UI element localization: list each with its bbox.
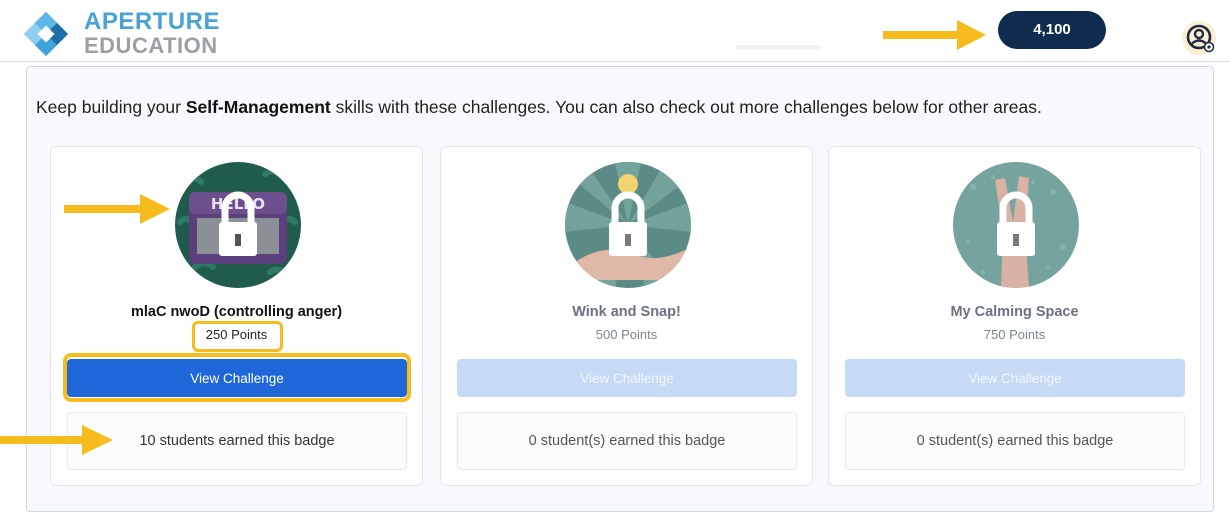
challenge-card: Wink and Snap! 500 Points View Challenge… [440,146,813,486]
challenge-points: 500 Points [595,327,658,342]
earned-count: 0 student(s) earned this badge [457,412,797,470]
wink-hand-lock-icon [565,162,691,288]
aperture-logo-icon [24,12,68,56]
view-challenge-button[interactable]: View Challenge [845,359,1185,397]
view-challenge-button[interactable]: View Challenge [457,359,797,397]
view-challenge-button[interactable]: View Challenge [67,359,407,397]
challenge-title: Wink and Snap! [572,304,681,320]
intro-prefix: Keep building your [36,97,186,117]
earned-count: 10 students earned this badge [67,412,407,470]
annotation-arrow-icon [64,194,170,224]
challenge-card: My Calming Space 750 Points View Challen… [828,146,1201,486]
brand-bottom-text: EDUCATION [84,33,218,58]
brand-wordmark: APERTURE EDUCATION [84,10,220,57]
intro-suffix: skills with these challenges. You can al… [330,97,1042,117]
top-header: APERTURE EDUCATION 4,100 [0,0,1230,62]
peace-hand-lock-icon [953,162,1079,288]
intro-text: Keep building your Self-Management skill… [36,97,1042,118]
brand-top-text: APERTURE [84,8,221,35]
points-highlight-box [192,321,283,352]
hello-name-tag-lock-icon: HELLO [175,162,301,288]
header-faint-bar [735,45,821,50]
user-avatar-icon[interactable] [1181,20,1217,56]
points-total-button[interactable]: 4,100 [998,11,1106,49]
challenge-title: My Calming Space [950,304,1079,320]
annotation-arrow-icon [0,425,113,455]
earned-count: 0 student(s) earned this badge [845,412,1185,470]
annotation-arrow-icon [883,20,986,50]
challenge-points: 750 Points [983,327,1046,342]
intro-highlight: Self-Management [185,97,331,117]
challenge-title: mlaC nwoD (controlling anger) [130,304,343,320]
